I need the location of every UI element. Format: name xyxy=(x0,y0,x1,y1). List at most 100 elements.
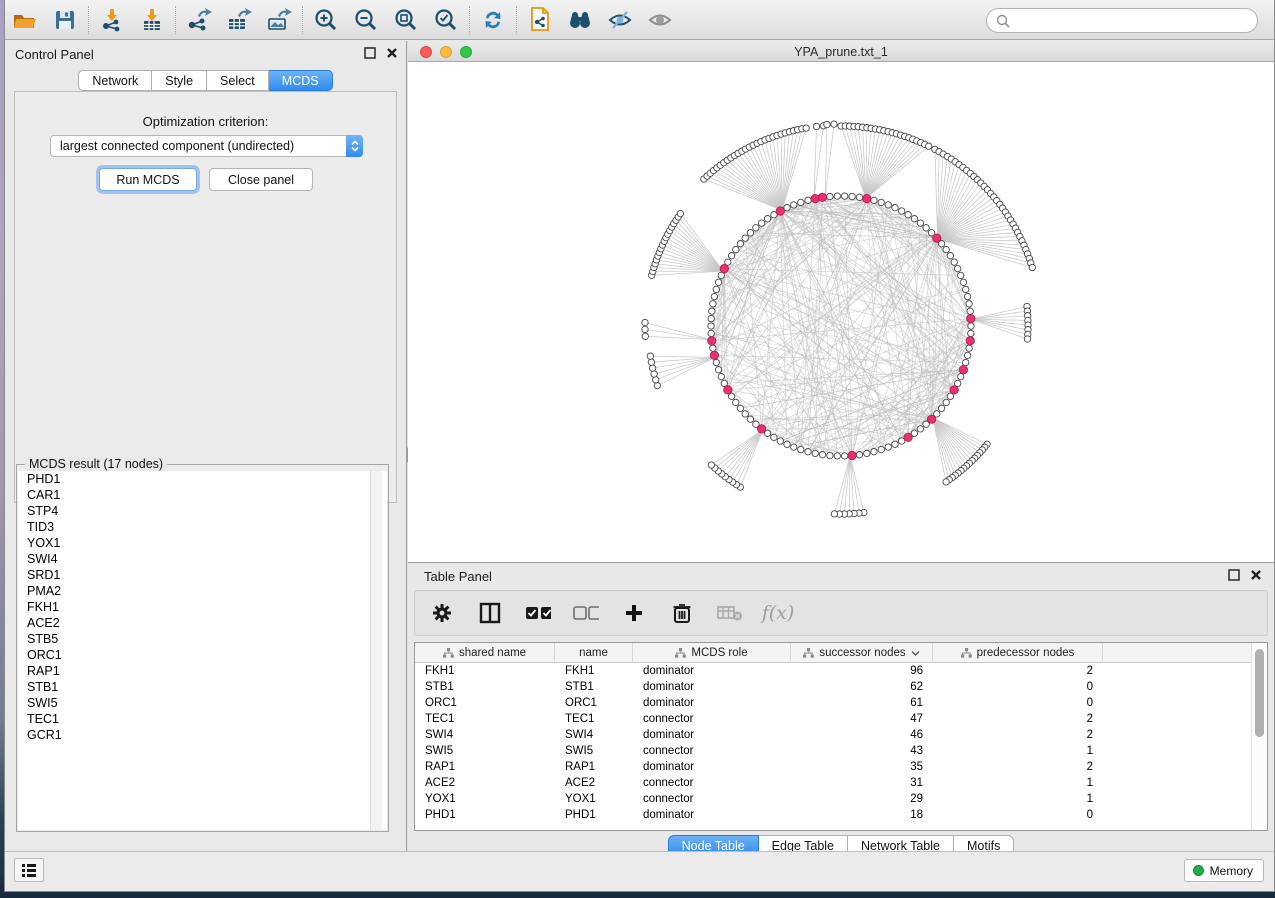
cell-shared_name[interactable]: ACE2 xyxy=(415,775,555,791)
mcds-result-list[interactable]: PHD1CAR1STP4TID3YOX1SWI4SRD1PMA2FKH1ACE2… xyxy=(18,471,387,830)
select-all-button[interactable] xyxy=(525,600,551,626)
save-session-button[interactable] xyxy=(45,3,85,37)
column-header-name[interactable]: name xyxy=(555,643,633,663)
import-table-button[interactable] xyxy=(132,3,172,37)
mcds-result-item[interactable]: ACE2 xyxy=(18,615,387,631)
cell-name[interactable]: SWI4 xyxy=(555,727,633,743)
table-row[interactable]: SWI4SWI4dominator462 xyxy=(415,727,1251,743)
tab-select[interactable]: Select xyxy=(207,70,269,91)
cell-name[interactable]: YOX1 xyxy=(555,791,633,807)
cell-predecessor_nodes[interactable]: 0 xyxy=(933,695,1103,711)
run-mcds-button[interactable]: Run MCDS xyxy=(99,168,197,191)
cell-mcds_role[interactable]: dominator xyxy=(633,679,791,695)
cell-successor_nodes[interactable]: 61 xyxy=(791,695,933,711)
apply-layout-button[interactable] xyxy=(473,3,513,37)
open-session-button[interactable] xyxy=(5,3,45,37)
cell-successor_nodes[interactable]: 96 xyxy=(791,663,933,679)
cell-name[interactable]: ACE2 xyxy=(555,775,633,791)
tab-style[interactable]: Style xyxy=(152,70,207,91)
cell-predecessor_nodes[interactable]: 2 xyxy=(933,663,1103,679)
cell-successor_nodes[interactable]: 47 xyxy=(791,711,933,727)
add-column-button[interactable] xyxy=(621,600,647,626)
hide-selected-button[interactable] xyxy=(600,3,640,37)
tab-mcds[interactable]: MCDS xyxy=(269,70,333,91)
mcds-result-item[interactable]: SWI4 xyxy=(18,551,387,567)
column-header-shared-name[interactable]: shared name xyxy=(415,643,555,663)
table-scrollbar[interactable] xyxy=(1251,643,1267,830)
zoom-fit-button[interactable] xyxy=(386,3,426,37)
cell-successor_nodes[interactable]: 35 xyxy=(791,759,933,775)
cell-predecessor_nodes[interactable]: 1 xyxy=(933,743,1103,759)
cell-name[interactable]: PHD1 xyxy=(555,807,633,823)
cell-mcds_role[interactable]: dominator xyxy=(633,807,791,823)
cell-mcds_role[interactable]: dominator xyxy=(633,695,791,711)
close-panel-button[interactable]: Close panel xyxy=(209,168,313,191)
cell-shared_name[interactable]: PHD1 xyxy=(415,807,555,823)
mcds-result-item[interactable]: STP4 xyxy=(18,503,387,519)
cell-name[interactable]: ORC1 xyxy=(555,695,633,711)
float-table-panel-icon[interactable] xyxy=(1228,569,1240,581)
column-header-MCDS-role[interactable]: MCDS role xyxy=(633,643,791,663)
cell-successor_nodes[interactable]: 46 xyxy=(791,727,933,743)
first-neighbors-button[interactable] xyxy=(560,3,600,37)
zoom-in-button[interactable] xyxy=(306,3,346,37)
mcds-result-item[interactable]: GCR1 xyxy=(18,727,387,743)
cell-shared_name[interactable]: TEC1 xyxy=(415,711,555,727)
criterion-dropdown[interactable]: largest connected component (undirected) xyxy=(50,135,363,157)
cell-name[interactable]: FKH1 xyxy=(555,663,633,679)
cell-shared_name[interactable]: YOX1 xyxy=(415,791,555,807)
cell-shared_name[interactable]: SWI5 xyxy=(415,743,555,759)
export-table-button[interactable] xyxy=(219,3,259,37)
cell-name[interactable]: STB1 xyxy=(555,679,633,695)
mcds-result-item[interactable]: PHD1 xyxy=(18,471,387,487)
cell-mcds_role[interactable]: connector xyxy=(633,775,791,791)
table-row[interactable]: SWI5SWI5connector431 xyxy=(415,743,1251,759)
mcds-result-item[interactable]: STB5 xyxy=(18,631,387,647)
mcds-result-item[interactable]: FKH1 xyxy=(18,599,387,615)
deselect-all-button[interactable] xyxy=(573,600,599,626)
mcds-result-item[interactable]: CAR1 xyxy=(18,487,387,503)
cell-successor_nodes[interactable]: 29 xyxy=(791,791,933,807)
cell-predecessor_nodes[interactable]: 0 xyxy=(933,807,1103,823)
mcds-result-item[interactable]: YOX1 xyxy=(18,535,387,551)
cell-shared_name[interactable]: ORC1 xyxy=(415,695,555,711)
mcds-result-item[interactable]: RAP1 xyxy=(18,663,387,679)
close-table-panel-icon[interactable] xyxy=(1250,569,1262,581)
table-settings-button[interactable] xyxy=(429,600,455,626)
search-input[interactable] xyxy=(1011,14,1257,28)
table-row[interactable]: ACE2ACE2connector311 xyxy=(415,775,1251,791)
cell-name[interactable]: RAP1 xyxy=(555,759,633,775)
table-row[interactable]: ORC1ORC1dominator610 xyxy=(415,695,1251,711)
export-image-button[interactable] xyxy=(259,3,299,37)
cell-mcds_role[interactable]: connector xyxy=(633,711,791,727)
zoom-out-button[interactable] xyxy=(346,3,386,37)
mcds-result-item[interactable]: TEC1 xyxy=(18,711,387,727)
cell-name[interactable]: TEC1 xyxy=(555,711,633,727)
table-row[interactable]: FKH1FKH1dominator962 xyxy=(415,663,1251,679)
table-row[interactable]: PHD1PHD1dominator180 xyxy=(415,807,1251,823)
cell-mcds_role[interactable]: connector xyxy=(633,743,791,759)
mcds-result-item[interactable]: ORC1 xyxy=(18,647,387,663)
cell-name[interactable]: SWI5 xyxy=(555,743,633,759)
cell-shared_name[interactable]: FKH1 xyxy=(415,663,555,679)
cell-successor_nodes[interactable]: 62 xyxy=(791,679,933,695)
cell-predecessor_nodes[interactable]: 2 xyxy=(933,711,1103,727)
float-panel-icon[interactable] xyxy=(364,47,376,59)
network-graph[interactable] xyxy=(408,62,1275,562)
delete-table-button[interactable] xyxy=(717,600,743,626)
table-row[interactable]: STB1STB1dominator620 xyxy=(415,679,1251,695)
mcds-result-item[interactable]: SWI5 xyxy=(18,695,387,711)
cell-mcds_role[interactable]: dominator xyxy=(633,759,791,775)
column-header-successor-nodes[interactable]: successor nodes xyxy=(791,643,933,663)
network-search-box[interactable] xyxy=(986,8,1258,33)
network-from-selection-button[interactable] xyxy=(520,3,560,37)
cell-mcds_role[interactable]: connector xyxy=(633,791,791,807)
show-panel-list-button[interactable] xyxy=(14,858,44,882)
column-header-predecessor-nodes[interactable]: predecessor nodes xyxy=(933,643,1103,663)
split-columns-button[interactable] xyxy=(477,600,503,626)
mcds-result-item[interactable]: PMA2 xyxy=(18,583,387,599)
memory-button[interactable]: Memory xyxy=(1184,859,1264,882)
network-canvas[interactable] xyxy=(408,62,1274,562)
cell-successor_nodes[interactable]: 31 xyxy=(791,775,933,791)
cell-predecessor_nodes[interactable]: 1 xyxy=(933,791,1103,807)
